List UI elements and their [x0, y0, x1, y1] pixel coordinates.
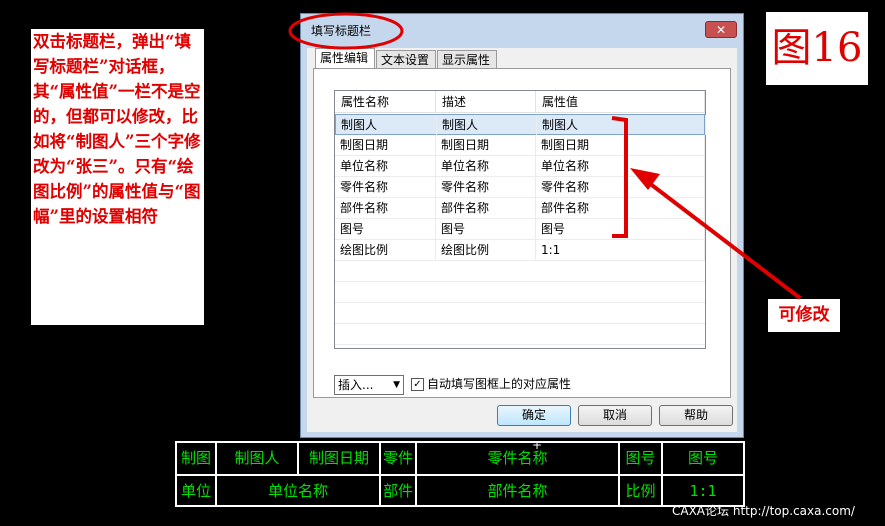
value-bracket — [611, 116, 628, 238]
title-block-cell: 部件 — [381, 476, 417, 507]
title-block-cell: 图号 — [620, 443, 663, 474]
title-block-cell: 单位名称 — [217, 476, 381, 507]
title-block-cell: 比例 — [620, 476, 663, 507]
title-block-cell: 零件 — [381, 443, 417, 474]
title-block-cell: 零件名称 — [417, 443, 620, 474]
arrow-line — [638, 174, 802, 300]
crosshair-cursor-icon: + — [532, 438, 543, 452]
forum-watermark: CAXA论坛 http://top.caxa.com/ — [672, 504, 855, 518]
title-block-cell: 单位 — [177, 476, 217, 507]
title-block-cell: 部件名称 — [417, 476, 620, 507]
title-block-cell: 制图人 — [217, 443, 299, 474]
title-block-cell: 图号 — [687, 449, 718, 467]
title-block-table: 制图 制图人 制图日期 零件 零件名称 图号 图号 单位 单位名称 部件 部件名称 比例 1:1 — [175, 441, 745, 507]
title-highlight-ellipse — [288, 12, 404, 50]
title-block-cell: 制图 — [177, 443, 217, 474]
title-block-cell: 制图日期 — [299, 443, 381, 474]
